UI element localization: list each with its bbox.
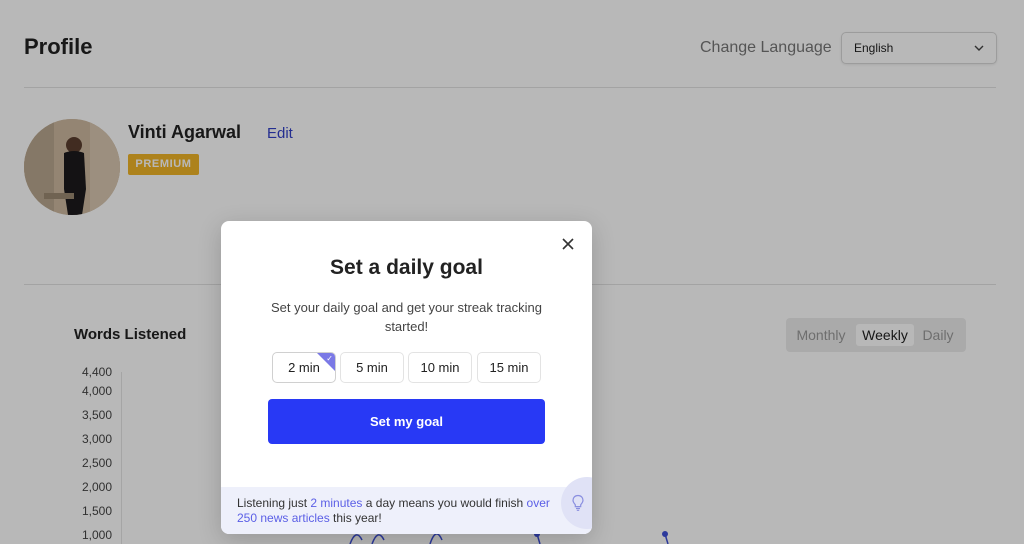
goal-option-2-min[interactable]: 2 min ✓ bbox=[272, 352, 336, 383]
goal-option-label: 10 min bbox=[420, 360, 460, 375]
footer-tip-text: Listening just 2 minutes a day means you… bbox=[237, 496, 550, 525]
close-icon[interactable] bbox=[561, 237, 575, 251]
checkmark-icon: ✓ bbox=[326, 354, 333, 363]
goal-option-15-min[interactable]: 15 min bbox=[477, 352, 541, 383]
goal-option-10-min[interactable]: 10 min bbox=[408, 352, 472, 383]
modal-description: Set your daily goal and get your streak … bbox=[271, 300, 542, 334]
goal-option-5-min[interactable]: 5 min bbox=[340, 352, 404, 383]
goal-option-label: 5 min bbox=[356, 360, 388, 375]
goal-option-label: 15 min bbox=[489, 360, 529, 375]
modal-title: Set a daily goal bbox=[330, 256, 483, 279]
goal-option-label: 2 min bbox=[288, 360, 320, 375]
footer-highlight-minutes: 2 minutes bbox=[310, 496, 363, 510]
lightbulb-icon bbox=[572, 494, 584, 511]
set-goal-button[interactable]: Set my goal bbox=[268, 399, 545, 444]
modal-footer: Listening just 2 minutes a day means you… bbox=[221, 477, 592, 534]
daily-goal-modal: Set a daily goal Set your daily goal and… bbox=[221, 221, 592, 534]
